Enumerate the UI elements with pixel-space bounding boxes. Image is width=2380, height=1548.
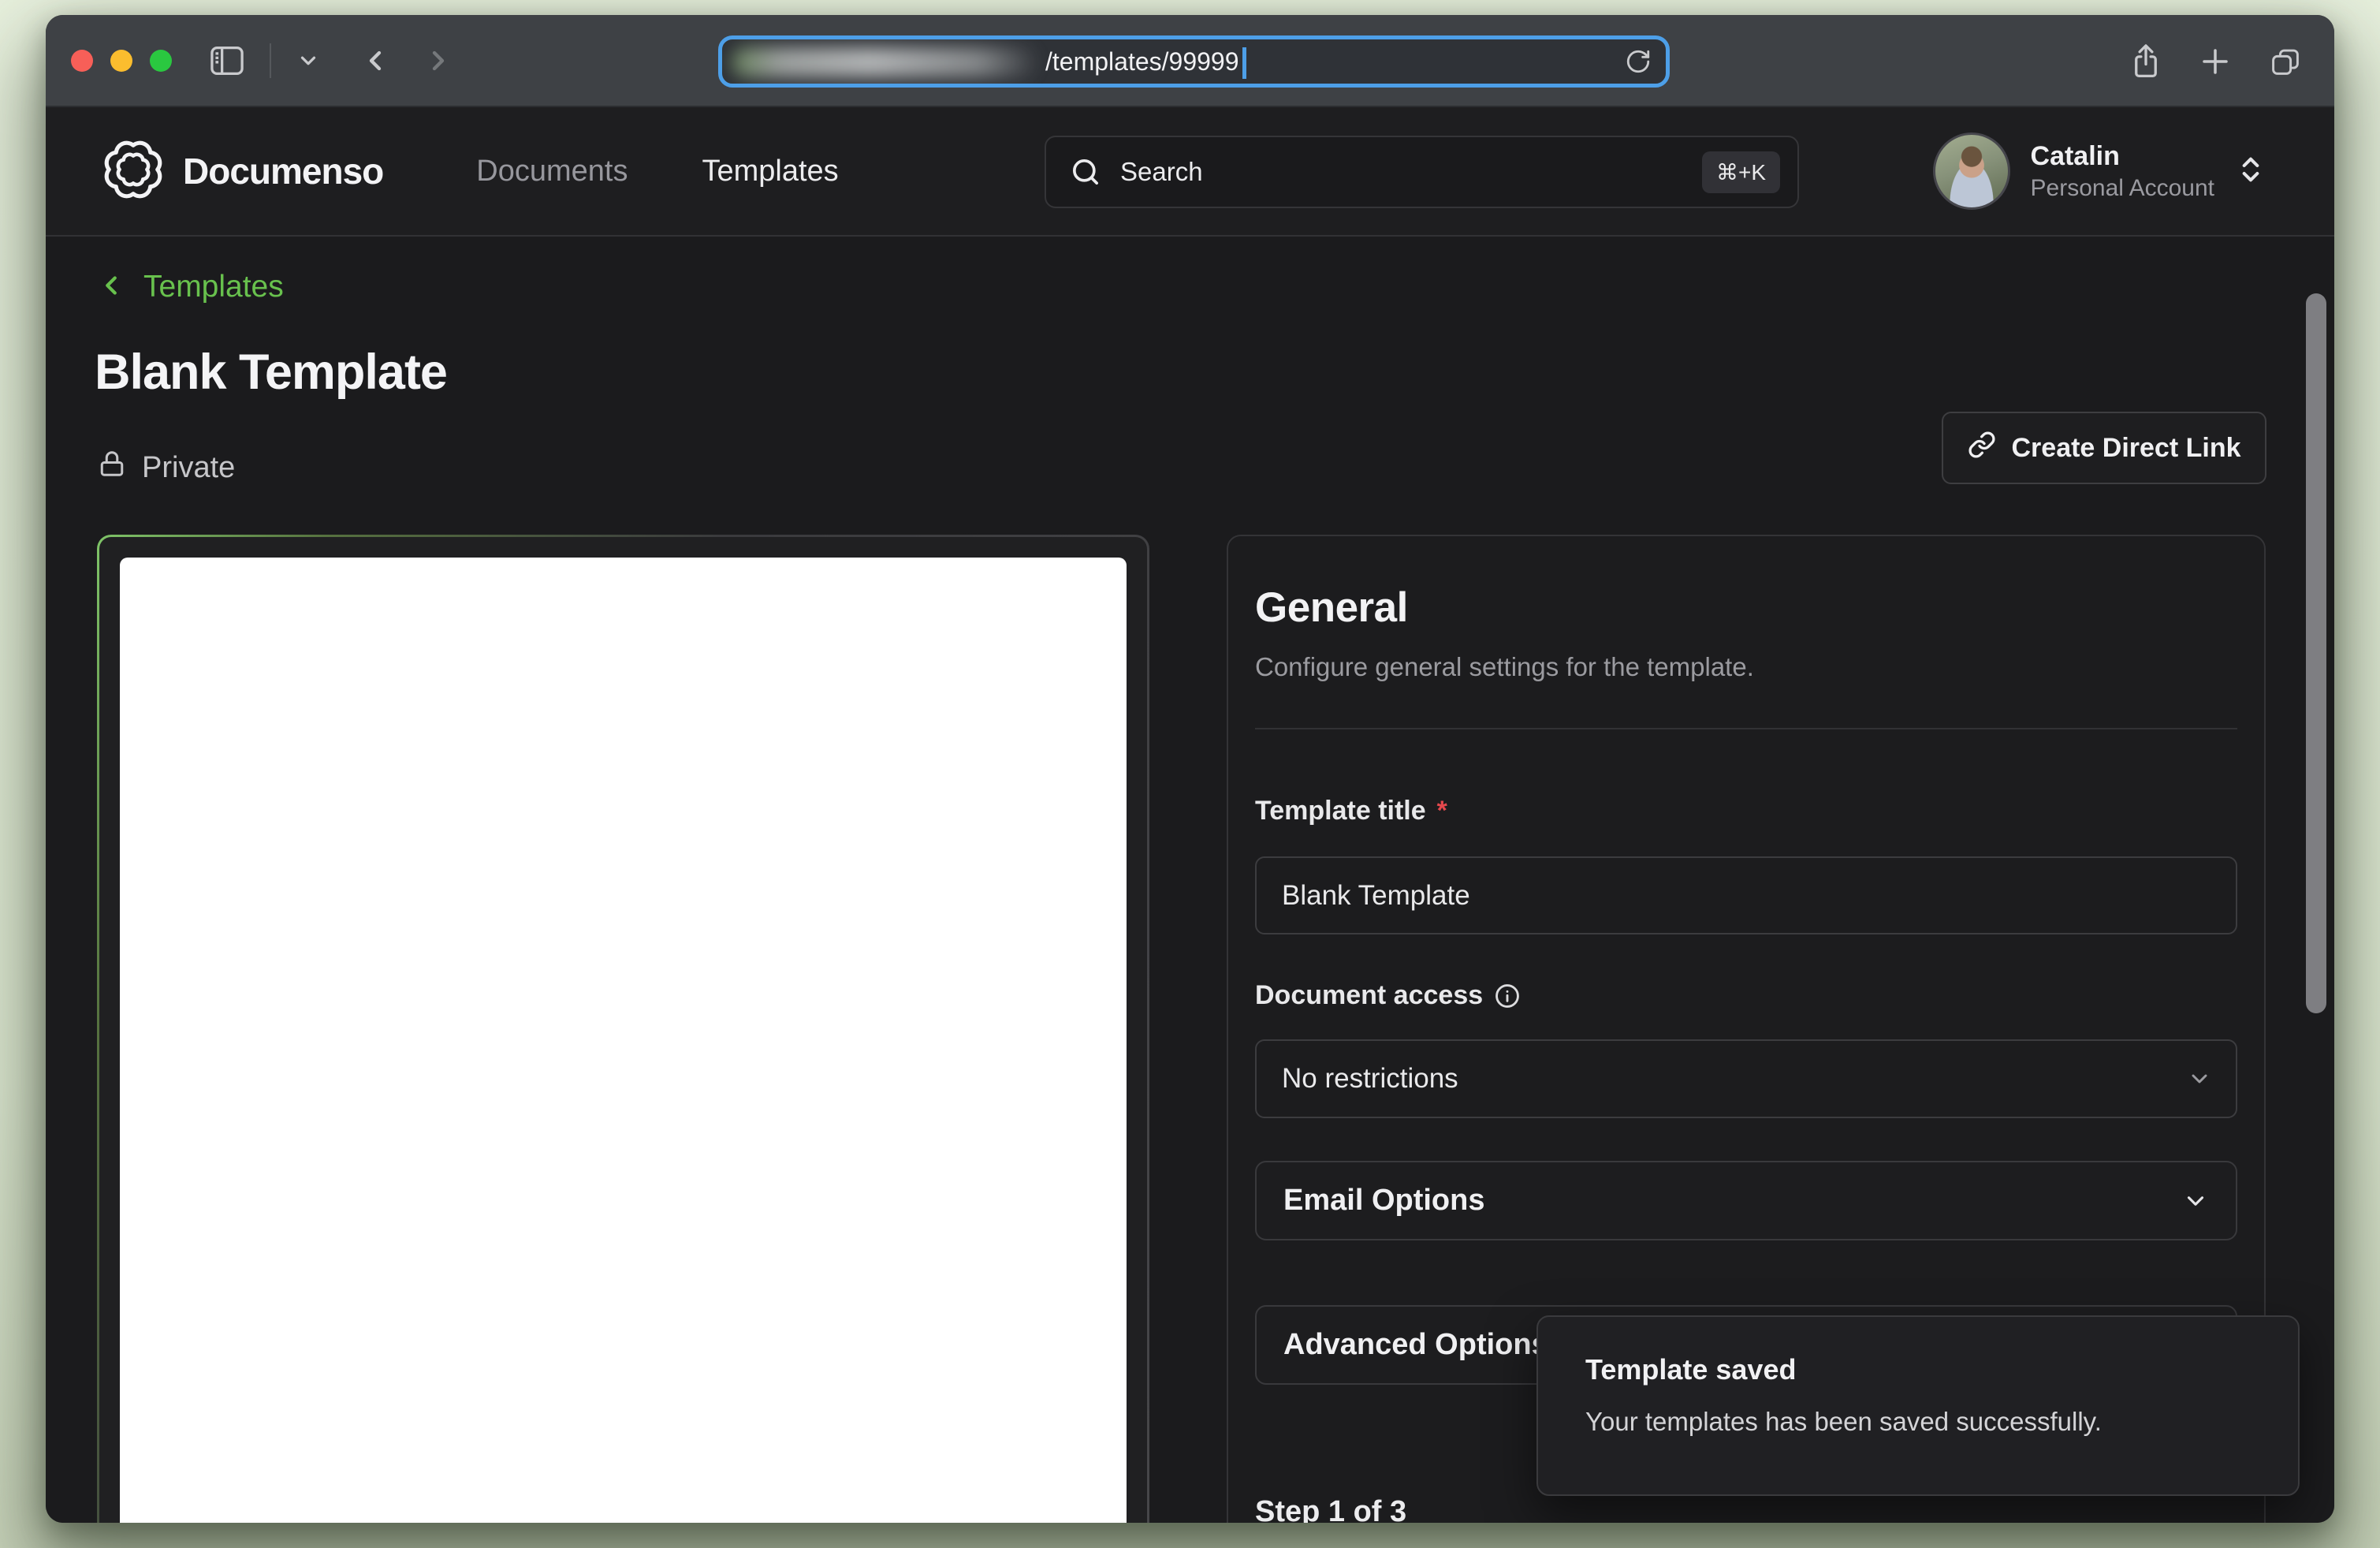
scrollbar-thumb[interactable] — [2306, 293, 2326, 1013]
browser-window: /templates/99999 — [46, 15, 2334, 1523]
create-direct-link-button[interactable]: Create Direct Link — [1942, 412, 2266, 484]
account-menu[interactable]: Catalin Personal Account — [1933, 132, 2266, 210]
brand-name: Documenso — [183, 150, 383, 192]
page-content: Templates Blank Template Private Create … — [46, 237, 2334, 1523]
info-icon[interactable] — [1494, 983, 1521, 1009]
panel-subtitle: Configure general settings for the templ… — [1255, 652, 2237, 682]
chevron-left-icon — [96, 270, 126, 304]
brand[interactable]: Documenso — [101, 137, 383, 206]
sidebar-chevron-down-icon[interactable] — [296, 49, 320, 73]
search-shortcut-badge: ⌘+K — [1702, 151, 1780, 193]
link-icon — [1968, 431, 1996, 466]
create-direct-link-label: Create Direct Link — [2012, 433, 2241, 464]
breadcrumb[interactable]: Templates — [96, 270, 284, 304]
required-asterisk: * — [1437, 796, 1447, 826]
breadcrumb-label: Templates — [143, 270, 284, 304]
chevron-down-icon — [2187, 1066, 2212, 1091]
tab-overview-icon[interactable] — [2268, 44, 2303, 79]
search-icon — [1070, 156, 1101, 188]
share-icon[interactable] — [2129, 43, 2162, 80]
toast-notification[interactable]: Template saved Your templates has been s… — [1536, 1315, 2300, 1496]
document-page[interactable] — [120, 558, 1127, 1523]
nav-templates[interactable]: Templates — [702, 155, 838, 188]
step-indicator: Step 1 of 3 — [1255, 1495, 2237, 1523]
zoom-window-button[interactable] — [150, 50, 172, 72]
panel-divider — [1255, 728, 2237, 729]
window-controls — [71, 50, 172, 72]
back-button-icon[interactable] — [359, 45, 391, 76]
blurred-domain — [732, 47, 1041, 77]
document-access-label: Document access — [1255, 980, 2237, 1011]
search-input[interactable] — [1120, 157, 1683, 187]
advanced-options-label: Advanced Options — [1283, 1328, 1548, 1362]
visibility-badge: Private — [98, 449, 235, 486]
email-options-label: Email Options — [1283, 1184, 1484, 1218]
avatar — [1933, 132, 2010, 210]
nav-documents[interactable]: Documents — [476, 155, 628, 188]
user-account-type: Personal Account — [2031, 173, 2214, 203]
chevrons-up-down-icon — [2235, 154, 2266, 189]
document-access-select[interactable]: No restrictions — [1255, 1039, 2237, 1118]
minimize-window-button[interactable] — [110, 50, 132, 72]
new-tab-icon[interactable] — [2199, 45, 2232, 78]
url-path: /templates/99999 — [1045, 47, 1239, 76]
lock-icon — [98, 449, 126, 486]
visibility-label: Private — [142, 451, 235, 485]
app-header: Documenso Documents Templates ⌘+K Catali… — [46, 107, 2334, 237]
toolbar-divider — [270, 43, 271, 78]
template-title-label: Template title * — [1255, 796, 2237, 826]
text-caret — [1242, 47, 1246, 79]
toast-message: Your templates has been saved successful… — [1585, 1407, 2251, 1437]
page-title: Blank Template — [95, 344, 447, 401]
main-nav: Documents Templates — [476, 155, 838, 188]
browser-toolbar: /templates/99999 — [46, 15, 2334, 107]
template-title-input[interactable] — [1255, 856, 2237, 934]
document-access-value: No restrictions — [1282, 1063, 1458, 1095]
sidebar-toggle-icon[interactable] — [210, 45, 244, 76]
toast-title: Template saved — [1585, 1353, 2251, 1386]
chevron-down-icon — [2182, 1188, 2209, 1214]
documenso-logo-icon — [101, 137, 166, 206]
user-name: Catalin — [2031, 140, 2214, 173]
document-preview-card — [97, 535, 1149, 1523]
close-window-button[interactable] — [71, 50, 93, 72]
reload-icon[interactable] — [1625, 48, 1652, 75]
email-options-accordion[interactable]: Email Options — [1255, 1161, 2237, 1240]
panel-title: General — [1255, 584, 2237, 632]
forward-button-icon[interactable] — [423, 45, 454, 76]
search-bar[interactable]: ⌘+K — [1045, 136, 1799, 208]
address-bar[interactable]: /templates/99999 — [718, 35, 1670, 88]
